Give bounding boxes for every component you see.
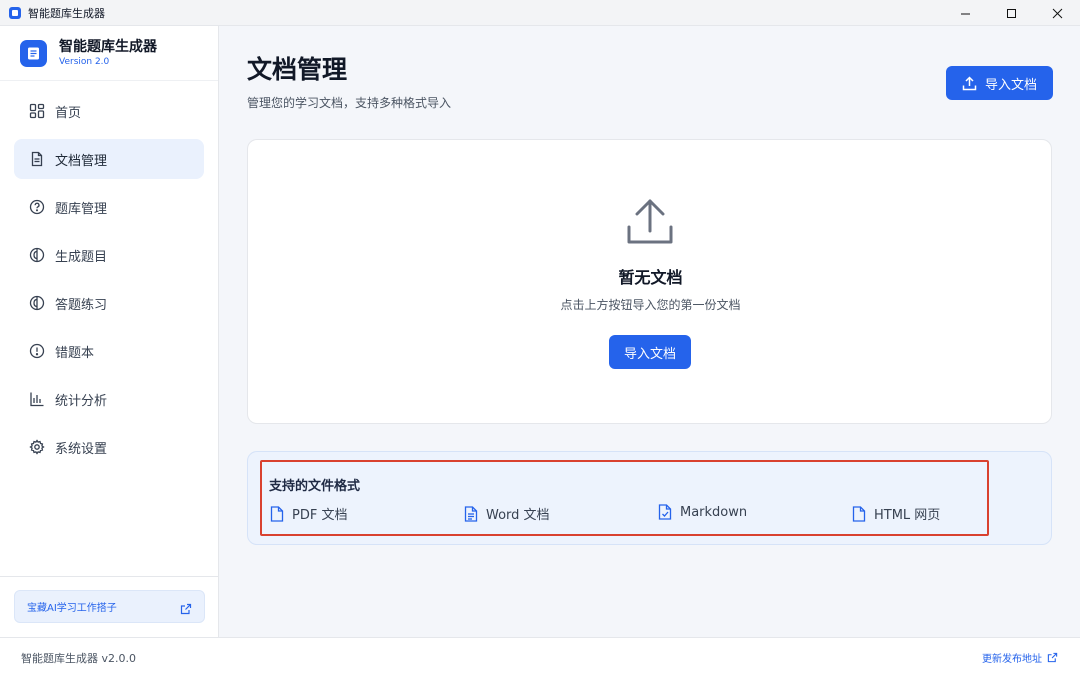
- app-logo-icon: [20, 39, 47, 67]
- brand-version: Version 2.0: [59, 56, 110, 67]
- close-button[interactable]: [1034, 0, 1080, 26]
- format-item-markdown: Markdown: [658, 504, 747, 520]
- release-url-label: 更新发布地址: [982, 654, 1042, 665]
- alert-circle-icon: [28, 343, 45, 360]
- upload-icon: [626, 197, 674, 249]
- sidebar-item-label: 答题练习: [55, 297, 108, 313]
- sidebar-item-mistakes[interactable]: 错题本: [14, 331, 204, 371]
- window-title: 智能题库生成器: [28, 6, 105, 20]
- sidebar-footer: 宝藏AI学习工作搭子: [0, 576, 218, 637]
- sidebar-item-label: 生成题目: [55, 249, 108, 265]
- empty-state-import-button[interactable]: 导入文档: [609, 335, 691, 369]
- sidebar-item-generate[interactable]: 生成题目: [14, 235, 204, 275]
- format-label: PDF 文档: [292, 508, 348, 523]
- sidebar-item-documents[interactable]: 文档管理: [14, 139, 204, 179]
- sidebar-item-statistics[interactable]: 统计分析: [14, 379, 204, 419]
- maximize-button[interactable]: [988, 0, 1034, 26]
- external-link-icon: [1047, 652, 1058, 663]
- empty-state-title: 暂无文档: [618, 268, 683, 287]
- app-icon: [9, 6, 21, 19]
- window-controls: [942, 0, 1080, 26]
- sidebar-item-label: 文档管理: [55, 153, 108, 169]
- format-label: HTML 网页: [874, 508, 941, 523]
- external-link-icon: [180, 600, 192, 619]
- supported-formats-title: 支持的文件格式: [269, 479, 361, 494]
- upload-icon: [962, 75, 977, 90]
- sidebar-item-label: 系统设置: [55, 441, 108, 457]
- sidebar-item-label: 首页: [55, 105, 82, 121]
- page-title: 文档管理: [247, 55, 348, 84]
- minimize-button[interactable]: [942, 0, 988, 26]
- sidebar-item-label: 题库管理: [55, 201, 108, 217]
- empty-state-card: 暂无文档 点击上方按钮导入您的第一份文档 导入文档: [247, 139, 1052, 424]
- format-label: Word 文档: [486, 508, 550, 523]
- window-titlebar: 智能题库生成器: [0, 0, 1080, 26]
- format-item-html: HTML 网页: [852, 504, 940, 523]
- sidebar-item-home[interactable]: 首页: [14, 91, 204, 131]
- sidebar-item-practice[interactable]: 答题练习: [14, 283, 204, 323]
- grid-icon: [28, 103, 45, 120]
- brand: 智能题库生成器 Version 2.0: [0, 26, 218, 81]
- import-document-button[interactable]: 导入文档: [946, 66, 1053, 100]
- promo-label: 宝藏AI学习工作搭子: [27, 603, 117, 614]
- page-subtitle: 管理您的学习文档，支持多种格式导入: [247, 96, 452, 110]
- release-url-link[interactable]: 更新发布地址: [982, 650, 1058, 665]
- sidebar-item-label: 错题本: [55, 345, 95, 361]
- gear-icon: [28, 439, 45, 456]
- brand-name: 智能题库生成器: [59, 38, 157, 55]
- help-circle-icon: [28, 199, 45, 216]
- empty-state-description: 点击上方按钮导入您的第一份文档: [560, 298, 741, 312]
- file-icon: [852, 505, 866, 522]
- sidebar-item-label: 统计分析: [55, 393, 108, 409]
- bar-chart-icon: [28, 391, 45, 408]
- file-text-icon: [464, 505, 478, 522]
- format-item-word: Word 文档: [464, 504, 550, 523]
- document-icon: [28, 151, 45, 168]
- import-document-label: 导入文档: [984, 77, 1037, 93]
- file-check-icon: [658, 504, 672, 520]
- format-label: Markdown: [680, 504, 748, 520]
- supported-formats-card: 支持的文件格式 PDF 文档 Word 文档 Markdown HTML 网页: [247, 451, 1052, 545]
- status-bar: 智能题库生成器 v2.0.0 更新发布地址: [0, 637, 1080, 676]
- sidebar-item-settings[interactable]: 系统设置: [14, 427, 204, 467]
- highlight-box: [260, 460, 989, 536]
- main-content: 文档管理 管理您的学习文档，支持多种格式导入 导入文档 暂无文档 点击上方按钮导…: [219, 26, 1080, 637]
- brain-icon: [28, 247, 45, 264]
- sidebar-nav: 首页 文档管理 题库管理 生成题目 答题练习 错题本 统计分析 系统设置: [0, 81, 218, 467]
- promo-link[interactable]: 宝藏AI学习工作搭子: [14, 590, 205, 623]
- format-item-pdf: PDF 文档: [270, 504, 347, 523]
- app-version-text: 智能题库生成器 v2.0.0: [21, 652, 136, 665]
- file-icon: [270, 505, 284, 522]
- sidebar: 智能题库生成器 Version 2.0 首页 文档管理 题库管理 生成题目 答题…: [0, 26, 219, 637]
- sidebar-item-question-bank[interactable]: 题库管理: [14, 187, 204, 227]
- brain-icon: [28, 295, 45, 312]
